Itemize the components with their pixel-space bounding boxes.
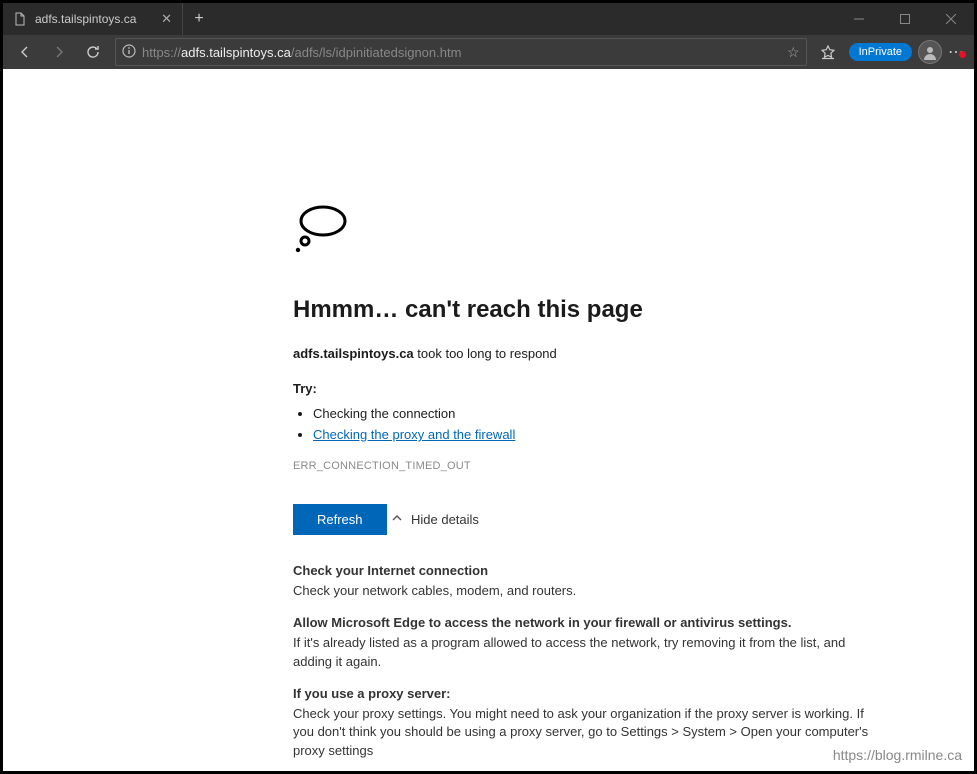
title-bar: adfs.tailspintoys.ca ✕ + xyxy=(3,3,974,35)
page-content: Hmmm… can't reach this page adfs.tailspi… xyxy=(3,69,974,771)
detail-title-2: Allow Microsoft Edge to access the netwo… xyxy=(293,615,883,630)
error-host: adfs.tailspintoys.ca xyxy=(293,346,414,361)
tabs-area: adfs.tailspintoys.ca ✕ + xyxy=(3,3,215,35)
detail-body-1: Check your network cables, modem, and ro… xyxy=(293,582,883,601)
hide-details-label: Hide details xyxy=(411,512,479,527)
detail-body-3: Check your proxy settings. You might nee… xyxy=(293,705,883,762)
error-code: ERR_CONNECTION_TIMED_OUT xyxy=(293,460,883,472)
address-bar[interactable]: https://adfs.tailspintoys.ca/adfs/ls/idp… xyxy=(115,38,807,66)
window-controls xyxy=(836,3,974,35)
url-text: https://adfs.tailspintoys.ca/adfs/ls/idp… xyxy=(142,45,781,60)
proxy-firewall-link[interactable]: Checking the proxy and the firewall xyxy=(313,427,515,442)
back-button[interactable] xyxy=(9,37,41,67)
error-host-suffix: took too long to respond xyxy=(414,346,557,361)
refresh-button[interactable] xyxy=(77,37,109,67)
detail-title-1: Check your Internet connection xyxy=(293,563,883,578)
chevron-up-icon xyxy=(391,512,403,527)
detail-body-2: If it's already listed as a program allo… xyxy=(293,634,883,672)
hide-details-toggle[interactable]: Hide details xyxy=(391,512,479,527)
new-tab-button[interactable]: + xyxy=(183,3,215,35)
profile-avatar[interactable] xyxy=(918,40,942,64)
try-list: Checking the connection Checking the pro… xyxy=(313,406,883,442)
refresh-page-button[interactable]: Refresh xyxy=(293,504,387,535)
error-container: Hmmm… can't reach this page adfs.tailspi… xyxy=(293,199,883,761)
url-host: adfs.tailspintoys.ca xyxy=(181,45,291,60)
toolbar: https://adfs.tailspintoys.ca/adfs/ls/idp… xyxy=(3,35,974,69)
browser-tab[interactable]: adfs.tailspintoys.ca ✕ xyxy=(3,3,183,35)
try-item-proxy: Checking the proxy and the firewall xyxy=(313,427,883,442)
url-protocol: https:// xyxy=(142,45,181,60)
maximize-button[interactable] xyxy=(882,3,928,35)
error-title: Hmmm… can't reach this page xyxy=(293,296,883,324)
favorite-icon[interactable]: ☆ xyxy=(787,44,800,61)
forward-button[interactable] xyxy=(43,37,75,67)
more-menu-button[interactable]: ⋯ xyxy=(944,42,968,62)
alert-dot-icon xyxy=(959,51,966,58)
watermark: https://blog.rmilne.ca xyxy=(833,747,962,763)
inprivate-badge[interactable]: InPrivate xyxy=(849,43,912,61)
site-info-icon[interactable] xyxy=(122,44,136,61)
minimize-button[interactable] xyxy=(836,3,882,35)
thought-cloud-icon xyxy=(293,199,883,266)
error-subline: adfs.tailspintoys.ca took too long to re… xyxy=(293,346,883,361)
url-path: /adfs/ls/idpinitiatedsignon.htm xyxy=(291,45,462,60)
close-window-button[interactable] xyxy=(928,3,974,35)
try-label: Try: xyxy=(293,381,883,396)
tab-title: adfs.tailspintoys.ca xyxy=(35,12,153,26)
close-tab-icon[interactable]: ✕ xyxy=(161,11,172,27)
favorites-list-icon[interactable] xyxy=(813,44,843,60)
detail-title-3: If you use a proxy server: xyxy=(293,686,883,701)
details-section: Check your Internet connection Check you… xyxy=(293,563,883,761)
try-item-connection: Checking the connection xyxy=(313,406,883,421)
page-icon xyxy=(13,12,27,26)
